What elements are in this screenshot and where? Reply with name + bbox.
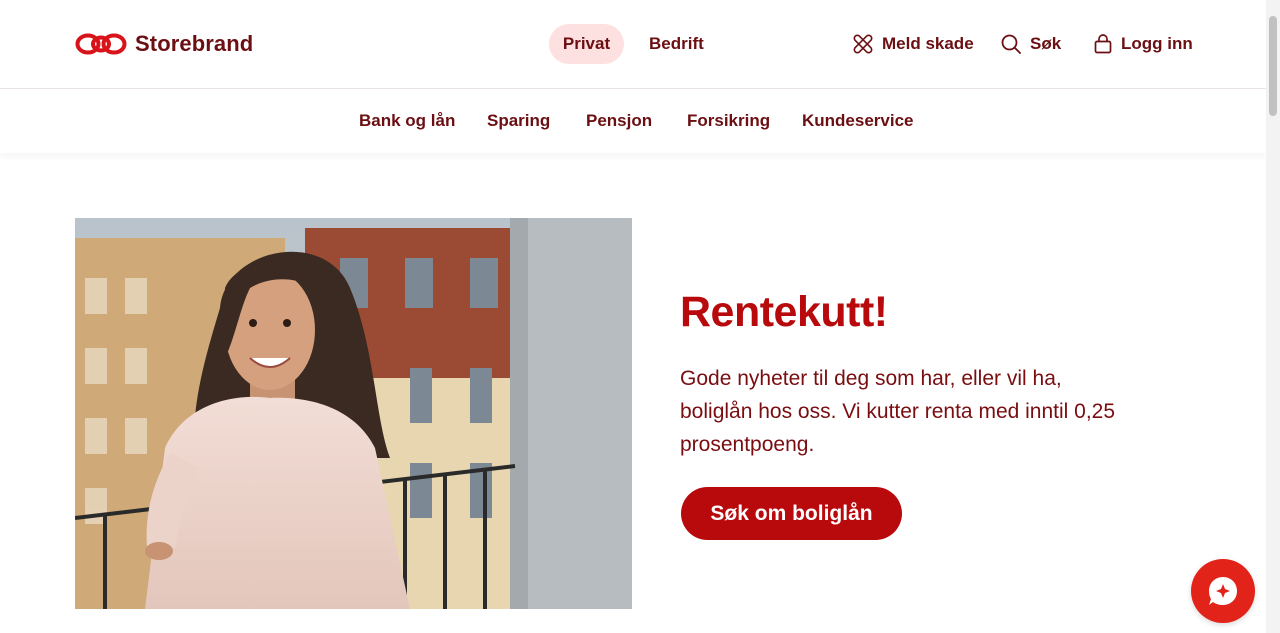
segment-privat[interactable]: Privat <box>549 24 624 64</box>
storebrand-logo-icon <box>75 33 127 55</box>
cross-bandage-icon <box>853 34 873 54</box>
lock-icon <box>1094 34 1112 54</box>
segment-bedrift[interactable]: Bedrift <box>637 24 716 64</box>
nav-item-kundeservice[interactable]: Kundeservice <box>802 89 914 153</box>
login-link[interactable]: Logg inn <box>1094 24 1193 64</box>
main-navigation: Bank og lån Sparing Pensjon Forsikring K… <box>0 89 1266 153</box>
top-header: Storebrand Privat Bedrift Meld skade Søk <box>0 0 1266 89</box>
page-scrollbar[interactable] <box>1266 0 1280 633</box>
chat-button[interactable] <box>1191 559 1255 623</box>
hero-title: Rentekutt! <box>680 288 888 336</box>
brand-name: Storebrand <box>135 31 254 56</box>
scrollbar-thumb[interactable] <box>1269 16 1277 116</box>
hero-description: Gode nyheter til deg som har, eller vil … <box>680 367 1116 456</box>
nav-item-bank-og-lan[interactable]: Bank og lån <box>359 89 455 153</box>
search-label: Søk <box>1030 34 1062 53</box>
chat-bubble-icon <box>1206 574 1240 608</box>
nav-item-sparing[interactable]: Sparing <box>487 89 550 153</box>
brand-logo[interactable]: Storebrand <box>75 30 253 58</box>
login-label: Logg inn <box>1121 34 1193 53</box>
report-claim-label: Meld skade <box>882 34 974 53</box>
nav-item-forsikring[interactable]: Forsikring <box>687 89 770 153</box>
apply-mortgage-button[interactable]: Søk om boliglån <box>681 487 902 540</box>
search-icon <box>1001 34 1021 54</box>
search-link[interactable]: Søk <box>1001 24 1061 64</box>
hero-photo <box>75 218 632 609</box>
nav-item-pensjon[interactable]: Pensjon <box>586 89 652 153</box>
report-claim-link[interactable]: Meld skade <box>853 24 974 64</box>
